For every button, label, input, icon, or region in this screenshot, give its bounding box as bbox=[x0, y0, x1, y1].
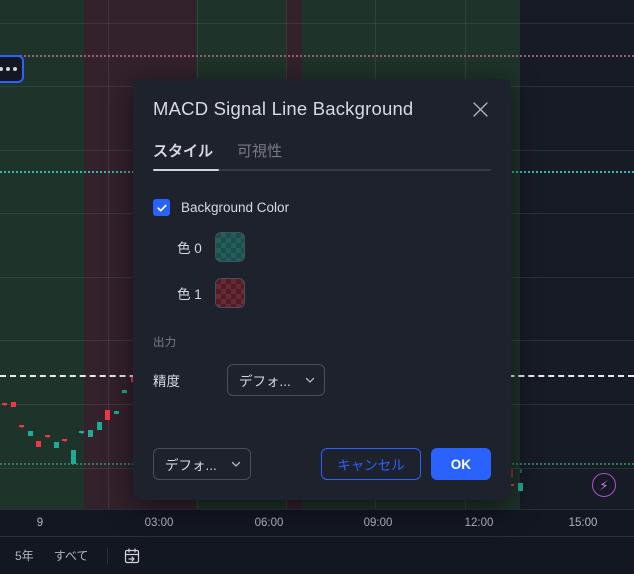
precision-select[interactable]: デフォ... bbox=[227, 364, 325, 396]
dot-icon bbox=[13, 67, 17, 71]
range-button-5y[interactable]: 5年 bbox=[10, 547, 39, 565]
check-icon bbox=[156, 204, 167, 212]
dialog-body: Background Color 色 0 色 1 出力 精度 デフォ... bbox=[133, 171, 511, 448]
app-root: ⚡ 9 03:00 06:00 09:00 12:00 15:00 5年 すべて MACD… bbox=[0, 0, 634, 574]
template-select-value: デフォ... bbox=[165, 458, 217, 473]
dot-icon bbox=[0, 67, 3, 71]
candle-body bbox=[79, 430, 85, 433]
time-axis-label-1: 03:00 bbox=[144, 517, 174, 529]
chevron-down-icon bbox=[230, 458, 242, 470]
precision-label: 精度 bbox=[153, 374, 180, 389]
candle bbox=[79, 430, 85, 434]
dialog-header: MACD Signal Line Background bbox=[133, 79, 511, 122]
range-button-all[interactable]: すべて bbox=[49, 547, 94, 565]
color-label-0: 色 0 bbox=[177, 241, 202, 256]
bottom-toolbar: 5年 すべて bbox=[0, 538, 634, 574]
dot-icon bbox=[6, 67, 10, 71]
time-axis-label-3: 09:00 bbox=[363, 517, 393, 529]
dialog-footer: デフォ... キャンセル OK bbox=[133, 448, 511, 500]
candle-body bbox=[122, 389, 128, 394]
tab-active-indicator bbox=[153, 169, 219, 171]
precision-select-value: デフォ... bbox=[239, 374, 291, 389]
close-icon[interactable] bbox=[467, 96, 493, 122]
candle-wick bbox=[511, 469, 513, 479]
candle bbox=[19, 425, 25, 428]
color-row-0: 色 0 bbox=[153, 232, 491, 262]
dialog-title: MACD Signal Line Background bbox=[153, 98, 414, 119]
toolbar-divider bbox=[107, 548, 109, 564]
calendar-goto-icon[interactable] bbox=[122, 546, 142, 566]
candle-body bbox=[70, 450, 76, 464]
candle bbox=[45, 434, 50, 438]
candle bbox=[2, 403, 7, 407]
candle-body bbox=[36, 441, 42, 448]
candle bbox=[53, 441, 59, 448]
ok-button[interactable]: OK bbox=[430, 448, 491, 480]
candle bbox=[36, 441, 42, 448]
candle bbox=[518, 469, 523, 492]
candle-body bbox=[19, 425, 25, 427]
dialog-tab-1[interactable]: 可視性 bbox=[237, 140, 282, 171]
color-row-1: 色 1 bbox=[153, 278, 491, 308]
candle-wick bbox=[520, 469, 521, 474]
indicator-line-0 bbox=[0, 55, 634, 57]
candle bbox=[105, 410, 111, 421]
candle bbox=[113, 410, 119, 415]
grid-line-v-0 bbox=[108, 0, 109, 509]
candle-body bbox=[88, 430, 93, 437]
background-color-checkbox[interactable] bbox=[153, 199, 170, 216]
candle bbox=[122, 389, 128, 394]
time-axis-label-2: 06:00 bbox=[254, 517, 284, 529]
time-axis-label-4: 12:00 bbox=[464, 517, 494, 529]
chevron-down-icon bbox=[304, 374, 316, 386]
background-band-5 bbox=[520, 0, 634, 509]
time-axis-label-5: 15:00 bbox=[568, 517, 598, 529]
candle-body bbox=[2, 403, 7, 406]
template-select[interactable]: デフォ... bbox=[153, 448, 251, 480]
cancel-button[interactable]: キャンセル bbox=[321, 448, 421, 480]
candle-body bbox=[96, 421, 102, 431]
swatch-tint bbox=[216, 279, 244, 307]
chart-legend-more-button[interactable] bbox=[0, 55, 24, 83]
candle-body bbox=[53, 441, 59, 448]
time-axis[interactable]: 9 03:00 06:00 09:00 12:00 15:00 bbox=[0, 509, 634, 537]
dialog-tab-0[interactable]: スタイル bbox=[153, 140, 213, 171]
precision-row: 精度 デフォ... bbox=[153, 364, 491, 396]
swatch-tint bbox=[216, 233, 244, 261]
grid-line-h-0 bbox=[0, 23, 634, 24]
candle-body bbox=[45, 434, 50, 437]
dialog-tabs: スタイル 可視性 bbox=[153, 140, 491, 171]
candle bbox=[27, 431, 33, 437]
candle-body bbox=[10, 401, 16, 407]
settings-dialog: MACD Signal Line Background スタイル 可視性 Back… bbox=[133, 79, 511, 500]
candle bbox=[88, 430, 93, 437]
background-color-row: Background Color bbox=[153, 199, 491, 216]
color-1-swatch[interactable] bbox=[215, 278, 245, 308]
candle bbox=[10, 401, 16, 407]
candle-body bbox=[27, 431, 33, 437]
time-axis-label-0: 9 bbox=[36, 517, 44, 529]
color-0-swatch[interactable] bbox=[215, 232, 245, 262]
candle bbox=[96, 421, 102, 431]
output-section-title: 出力 bbox=[153, 337, 177, 349]
lightning-icon[interactable]: ⚡ bbox=[592, 473, 616, 497]
candle-body bbox=[62, 439, 68, 442]
candle-body bbox=[105, 410, 111, 421]
candle bbox=[70, 450, 76, 464]
candle bbox=[62, 439, 68, 443]
candle-body bbox=[518, 483, 523, 492]
background-color-label: Background Color bbox=[181, 200, 290, 215]
color-label-1: 色 1 bbox=[177, 287, 202, 302]
candle-body bbox=[113, 410, 119, 415]
